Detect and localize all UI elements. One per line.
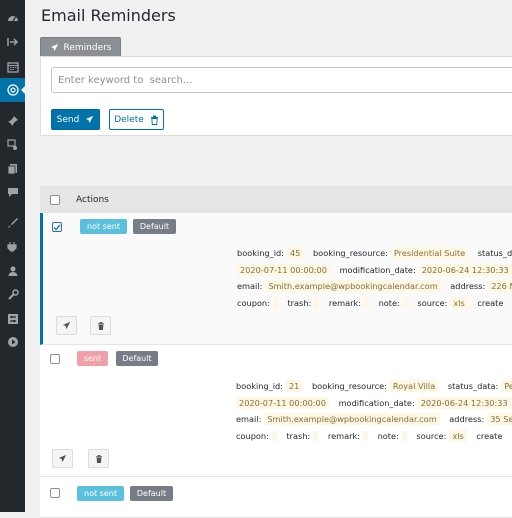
main-content: Email Reminders Reminders Send Delete Ac… xyxy=(25,0,512,518)
row-checkbox[interactable] xyxy=(52,222,62,232)
send-button[interactable]: Send xyxy=(51,109,100,130)
tools-icon[interactable] xyxy=(0,283,25,307)
field-line: booking_id: 45 booking_resource: President… xyxy=(237,247,512,259)
select-all-checkbox[interactable] xyxy=(50,194,60,205)
field-line: email: Smith.example@wpbookingcalendar.co… xyxy=(236,411,512,428)
status-badge: not sent xyxy=(77,486,124,501)
status-badge: sent xyxy=(77,351,108,366)
field-line: 2020-07-11 00:00:00 modification_date: 20… xyxy=(236,395,512,412)
page-title: Email Reminders xyxy=(41,6,176,25)
send-reminder-button[interactable] xyxy=(52,449,73,468)
play-icon[interactable] xyxy=(0,330,25,354)
calendar-icon[interactable] xyxy=(0,55,25,79)
send-reminder-button[interactable] xyxy=(56,316,77,335)
plugins-icon[interactable] xyxy=(0,235,25,259)
template-badge: Default xyxy=(133,219,176,234)
trash-icon xyxy=(95,454,102,463)
field-line: booking_id: 21 booking_resource: Royal Vil… xyxy=(236,378,512,395)
field-line: coupon: trash: remark: note: source: xls … xyxy=(236,429,503,442)
row-checkbox[interactable] xyxy=(50,354,60,364)
template-badge: Default xyxy=(116,351,158,366)
delete-button[interactable]: Delete xyxy=(109,109,164,130)
send-button-label: Send xyxy=(56,114,80,125)
settings-icon[interactable] xyxy=(0,307,25,331)
table-header: Actions xyxy=(40,186,512,214)
tab-reminders[interactable]: Reminders xyxy=(40,37,121,57)
send-icon xyxy=(58,454,67,463)
booking-fields: booking_id: 21 booking_resource: Royal Vil… xyxy=(236,378,512,444)
delete-reminder-button[interactable] xyxy=(90,316,111,335)
field-line: coupon: trash: remark: note: source: xls … xyxy=(237,296,504,309)
pages-icon[interactable] xyxy=(0,157,25,181)
comments-icon[interactable] xyxy=(0,180,25,204)
status-badge: not sent xyxy=(80,219,127,234)
booking-fields: booking_id: 45 booking_resource: President… xyxy=(237,245,512,311)
arrow-right-icon[interactable] xyxy=(0,30,25,54)
trash-icon xyxy=(150,115,158,125)
users-icon[interactable] xyxy=(0,259,25,283)
brush-icon[interactable] xyxy=(0,211,25,235)
media-icon[interactable] xyxy=(0,133,25,157)
field-line: email: Smith.example@wpbookingcalendar.co… xyxy=(237,278,512,295)
table-row: sent Default booking_id: 21 booking_resou… xyxy=(40,345,512,477)
toolbar: Send Delete xyxy=(40,56,512,136)
trash-icon xyxy=(97,321,104,330)
row-checkbox[interactable] xyxy=(50,488,60,498)
pin-icon[interactable] xyxy=(0,109,25,133)
email-icon[interactable] xyxy=(0,78,26,102)
tab-label: Reminders xyxy=(63,42,112,53)
search-input[interactable] xyxy=(51,67,512,93)
delete-reminder-button[interactable] xyxy=(88,449,109,468)
send-icon xyxy=(50,43,58,52)
template-badge: Default xyxy=(130,486,173,501)
dashboard-icon[interactable] xyxy=(0,6,25,30)
delete-button-label: Delete xyxy=(114,114,144,125)
admin-sidebar xyxy=(0,0,26,512)
send-icon xyxy=(86,115,94,124)
send-icon xyxy=(62,321,71,330)
field-line: 2020-07-11 00:00:00 modification_date: 20… xyxy=(237,262,512,279)
column-header-actions: Actions xyxy=(76,194,109,205)
table-row: not sent Default booking_id: 45 booking_r… xyxy=(40,213,512,345)
